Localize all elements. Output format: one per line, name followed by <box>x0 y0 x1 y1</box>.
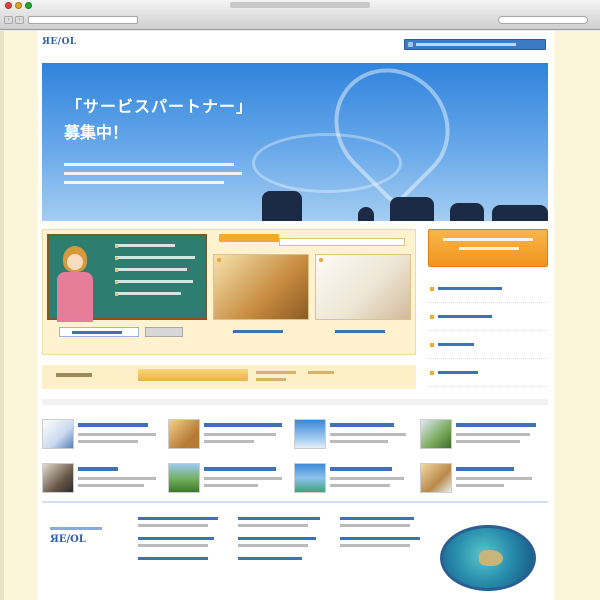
partner-heading-bar <box>279 238 405 246</box>
service-secondary-button[interactable] <box>145 327 183 337</box>
page-left-edge <box>0 31 4 600</box>
site-footer: ЯЕ/OL <box>42 501 548 600</box>
footer-link[interactable] <box>138 537 214 540</box>
bullet-icon <box>430 342 434 347</box>
list-item-title <box>78 467 118 471</box>
footer-link[interactable] <box>138 557 208 560</box>
partner-heading <box>213 234 409 246</box>
seminar-photo[interactable] <box>213 254 309 320</box>
browser-chrome: ‹ › <box>0 0 600 30</box>
footer-link[interactable] <box>238 537 316 540</box>
phone-contact-strip <box>42 365 416 389</box>
zoom-window-button[interactable] <box>25 2 32 9</box>
footer-link[interactable] <box>340 517 414 520</box>
site-logo-text: ЯЕ/OL <box>42 37 77 47</box>
thumbnail <box>42 463 74 493</box>
list-item-title <box>78 423 148 427</box>
list-item-title <box>330 423 394 427</box>
browser-toolbar: ‹ › <box>0 12 600 29</box>
globe-graphic[interactable] <box>440 525 536 591</box>
browser-search-field[interactable] <box>498 16 588 24</box>
partner-tag-badge <box>219 234 279 242</box>
chalkboard-graphic <box>47 234 207 322</box>
side-links <box>428 275 548 387</box>
chalkboard-list <box>115 244 205 304</box>
side-link[interactable] <box>428 303 548 331</box>
phone-label <box>56 373 92 377</box>
minimize-window-button[interactable] <box>15 2 22 9</box>
consultation-photo[interactable] <box>315 254 411 320</box>
list-item-title <box>204 467 276 471</box>
header-action-button[interactable] <box>404 39 546 50</box>
bullet-icon <box>430 286 434 291</box>
list-item[interactable] <box>420 463 538 497</box>
hero-title: 「サービスパートナー」 <box>66 97 254 116</box>
footer-logo-text: ЯЕ/OL <box>50 534 86 545</box>
list-item[interactable] <box>420 419 538 453</box>
cloud-swirl-graphic <box>252 133 402 193</box>
phone-hours-2 <box>256 378 286 381</box>
bullet-icon <box>430 370 434 375</box>
hero-description <box>64 163 244 190</box>
web-page: ЯЕ/OL 「サービスパートナー」 募集中！ ЯЕ/OL <box>38 31 554 600</box>
close-window-button[interactable] <box>5 2 12 9</box>
section-divider <box>42 399 548 405</box>
footer-link-column <box>138 517 228 564</box>
footer-link[interactable] <box>340 537 420 540</box>
phone-hours <box>256 371 296 374</box>
title-bar <box>0 0 600 12</box>
thumbnail <box>294 419 326 449</box>
consultation-link[interactable] <box>325 327 403 337</box>
list-item-title <box>456 423 536 427</box>
hero-banner[interactable]: 「サービスパートナー」 募集中！ <box>42 63 548 221</box>
bullet-icon <box>430 314 434 319</box>
address-bar[interactable] <box>28 16 138 24</box>
thumbnail <box>420 463 452 493</box>
hero-subtitle: 募集中！ <box>64 123 129 142</box>
list-item-title <box>204 423 282 427</box>
service-panel <box>42 229 416 355</box>
footer-link[interactable] <box>238 517 320 520</box>
arrow-icon <box>408 42 413 47</box>
site-logo[interactable]: ЯЕ/OL <box>42 37 76 51</box>
window-controls <box>5 2 32 9</box>
footer-logo[interactable]: ЯЕ/OL <box>50 527 110 567</box>
list-item-title <box>330 467 392 471</box>
service-details-button[interactable] <box>59 327 139 337</box>
thumbnail <box>168 463 200 493</box>
back-icon[interactable]: ‹ <box>4 16 13 24</box>
footer-link-column <box>340 517 430 557</box>
list-item[interactable] <box>168 463 286 497</box>
footer-link[interactable] <box>138 517 218 520</box>
forward-icon[interactable]: › <box>15 16 24 24</box>
list-item[interactable] <box>42 463 160 497</box>
guide-character-illustration <box>55 246 95 322</box>
side-link[interactable] <box>428 275 548 303</box>
list-item[interactable] <box>294 419 412 453</box>
list-item[interactable] <box>42 419 160 453</box>
window-title <box>230 2 370 8</box>
thumbnail <box>420 419 452 449</box>
people-silhouettes-graphic <box>262 191 548 221</box>
browser-viewport: ЯЕ/OL 「サービスパートナー」 募集中！ ЯЕ/OL <box>0 31 600 600</box>
header-action-label <box>416 43 516 46</box>
footer-link[interactable] <box>238 557 302 560</box>
phone-number <box>138 369 248 381</box>
list-item[interactable] <box>168 419 286 453</box>
thumbnail <box>42 419 74 449</box>
list-item-title <box>456 467 514 471</box>
phone-note <box>308 371 334 374</box>
inquiry-cta-button[interactable] <box>428 229 548 267</box>
side-link[interactable] <box>428 359 548 387</box>
list-item[interactable] <box>294 463 412 497</box>
seminar-link[interactable] <box>223 327 301 337</box>
thumbnail <box>168 419 200 449</box>
footer-link-column <box>238 517 328 564</box>
thumbnail <box>294 463 326 493</box>
side-link[interactable] <box>428 331 548 359</box>
